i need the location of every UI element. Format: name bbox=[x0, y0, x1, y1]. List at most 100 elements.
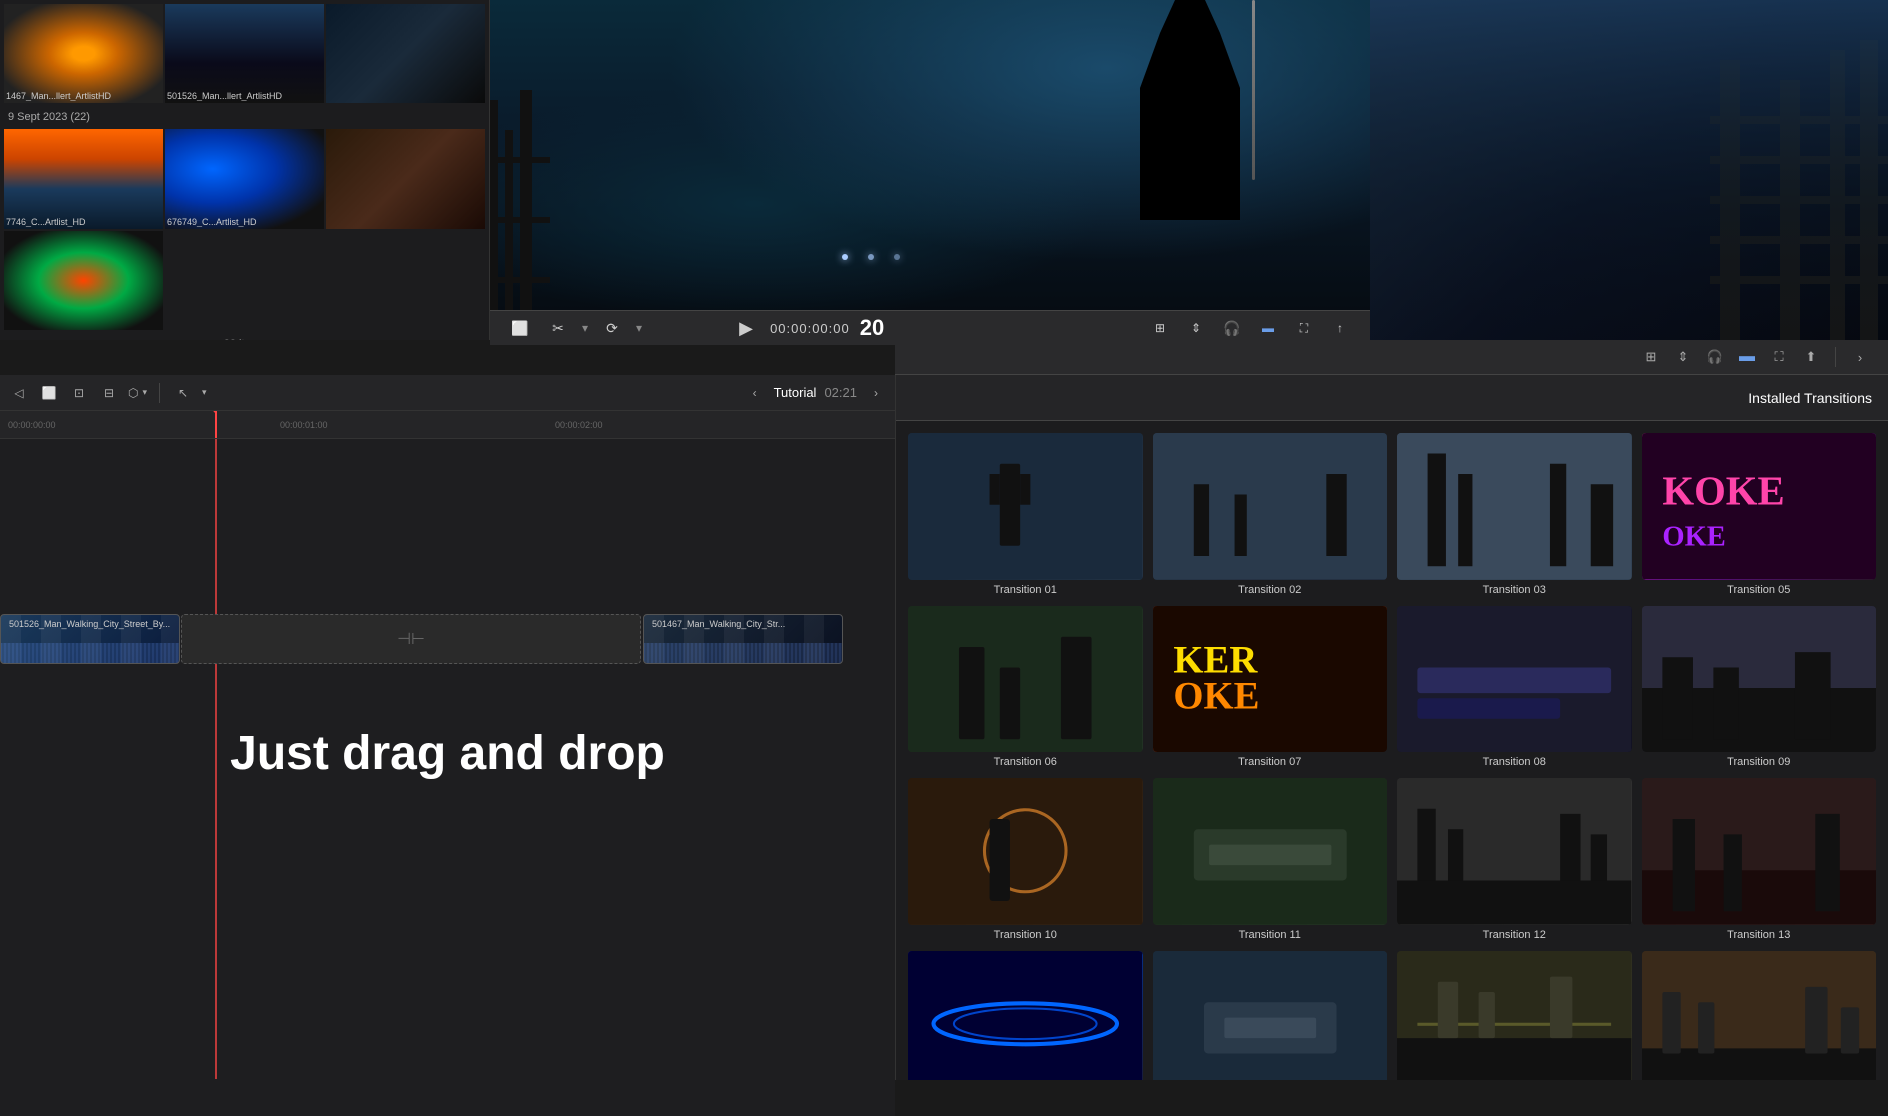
timeline-duration: 02:21 bbox=[824, 385, 857, 400]
gap-connector: ⊣⊢ bbox=[397, 629, 425, 649]
transition-thumb-08 bbox=[1397, 606, 1632, 753]
transition-item-02[interactable]: Transition 02 bbox=[1149, 429, 1392, 600]
play-button[interactable]: ▶ bbox=[732, 314, 760, 342]
media-label-4: 7746_C...Artlist_HD bbox=[6, 217, 161, 227]
media-section-label: 9 Sept 2023 (22) bbox=[0, 107, 489, 125]
clip-1[interactable]: 501526_Man_Walking_City_Street_By... bbox=[0, 614, 180, 664]
playhead-line bbox=[215, 439, 217, 1079]
background-lights bbox=[842, 254, 900, 260]
transition-item-10[interactable]: Transition 10 bbox=[904, 774, 1147, 945]
separator bbox=[1835, 347, 1836, 367]
select-dropdown[interactable]: ▾ bbox=[202, 387, 207, 398]
toolbar-separator: ▾ bbox=[582, 321, 588, 335]
arrange-icon[interactable]: ⇕ bbox=[1182, 314, 1210, 342]
clip-1-label: 501526_Man_Walking_City_Street_By... bbox=[5, 617, 174, 631]
media-label-1: 1467_Man...llert_ArtlistHD bbox=[6, 91, 161, 101]
transition-item-16[interactable]: Transition 16 bbox=[1393, 947, 1636, 1080]
panel-icon[interactable]: ▬ bbox=[1254, 314, 1282, 342]
media-thumb-1[interactable]: 1467_Man...llert_ArtlistHD bbox=[4, 4, 163, 103]
items-count: 38 items bbox=[0, 334, 489, 340]
grid-view-icon[interactable]: ⊞ bbox=[1146, 314, 1174, 342]
transition-label-01: Transition 01 bbox=[994, 584, 1057, 596]
transition-item-01[interactable]: Transition 01 bbox=[904, 429, 1147, 600]
blade-icon[interactable]: ✂ bbox=[544, 314, 572, 342]
transition-label-13: Transition 13 bbox=[1727, 929, 1790, 941]
media-thumb-6[interactable] bbox=[326, 129, 485, 228]
transition-label-08: Transition 08 bbox=[1483, 756, 1546, 768]
transform-icon[interactable]: ⟳ bbox=[598, 314, 626, 342]
transition-label-07: Transition 07 bbox=[1238, 756, 1301, 768]
transition-item-08[interactable]: Transition 08 bbox=[1393, 602, 1636, 773]
track-area: Just drag and drop 501526_Man_Walking_Ci… bbox=[0, 439, 895, 1079]
mark-icon[interactable]: ⊟ bbox=[98, 382, 120, 404]
transition-thumb-13 bbox=[1642, 778, 1877, 925]
sort-icon[interactable]: ⇕ bbox=[1671, 345, 1695, 369]
transition-label-12: Transition 12 bbox=[1483, 929, 1546, 941]
svg-text:OKE: OKE bbox=[1662, 521, 1725, 553]
transition-item-07[interactable]: KER OKE Transition 07 bbox=[1149, 602, 1392, 773]
fullscreen-icon-right[interactable]: ⛶ bbox=[1767, 345, 1791, 369]
transition-thumb-15 bbox=[1153, 951, 1388, 1080]
crop-icon[interactable]: ⬜ bbox=[506, 314, 534, 342]
media-panel: 1467_Man...llert_ArtlistHD 501526_Man...… bbox=[0, 0, 490, 340]
transition-thumb-03 bbox=[1397, 433, 1632, 580]
transition-thumb-10 bbox=[908, 778, 1143, 925]
transition-item-09[interactable]: Transition 09 bbox=[1638, 602, 1881, 773]
toolbar-separator-2: ▾ bbox=[636, 321, 642, 335]
clip-2[interactable]: 501467_Man_Walking_City_Str... bbox=[643, 614, 843, 664]
cursor-icon[interactable]: ↖ bbox=[172, 382, 194, 404]
transition-item-15[interactable]: Transition 15 bbox=[1149, 947, 1392, 1080]
fullscreen-icon[interactable]: ⛶ bbox=[1290, 314, 1318, 342]
transition-item-11[interactable]: Transition 11 bbox=[1149, 774, 1392, 945]
transition-item-17[interactable]: Transition 17 bbox=[1638, 947, 1881, 1080]
transition-thumb-16 bbox=[1397, 951, 1632, 1080]
media-thumb-2[interactable]: 501526_Man...llert_ArtlistHD bbox=[165, 4, 324, 103]
transition-thumb-09 bbox=[1642, 606, 1877, 753]
timecode-display: 00:00:00:00 bbox=[770, 321, 850, 336]
media-thumb-4[interactable]: 7746_C...Artlist_HD bbox=[4, 129, 163, 228]
share-icon[interactable]: ↑ bbox=[1326, 314, 1354, 342]
nav-right-icon[interactable]: › bbox=[865, 382, 887, 404]
chevron-right-icon[interactable]: › bbox=[1848, 345, 1872, 369]
media-grid: 1467_Man...llert_ArtlistHD 501526_Man...… bbox=[0, 0, 489, 107]
transition-item-05[interactable]: KOKE OKE Transition 05 bbox=[1638, 429, 1881, 600]
transition-thumb-11 bbox=[1153, 778, 1388, 925]
drag-drop-text: Just drag and drop bbox=[230, 726, 665, 781]
transition-thumb-01 bbox=[908, 433, 1143, 580]
ruler-label-1: 00:00:01:00 bbox=[280, 420, 328, 430]
clip-gap: ⊣⊢ bbox=[181, 614, 641, 664]
headphones-icon[interactable]: 🎧 bbox=[1218, 314, 1246, 342]
top-right-bg bbox=[1370, 0, 1888, 340]
transition-thumb-14 bbox=[908, 951, 1143, 1080]
transition-thumb-17 bbox=[1642, 951, 1877, 1080]
hanging-rope bbox=[1252, 0, 1255, 180]
transition-item-06[interactable]: Transition 06 bbox=[904, 602, 1147, 773]
ruler-label-2: 00:00:02:00 bbox=[555, 420, 603, 430]
view-toggle-icon[interactable]: ▬ bbox=[1735, 345, 1759, 369]
export-icon[interactable]: ⬆ bbox=[1799, 345, 1823, 369]
timeline-title: Tutorial bbox=[774, 385, 817, 400]
transition-item-03[interactable]: Transition 03 bbox=[1393, 429, 1636, 600]
grid-icon-right[interactable]: ⊞ bbox=[1639, 345, 1663, 369]
transition-label-06: Transition 06 bbox=[994, 756, 1057, 768]
top-right-preview bbox=[1370, 0, 1888, 340]
transition-item-12[interactable]: Transition 12 bbox=[1393, 774, 1636, 945]
ruler-label-0: 00:00:00:00 bbox=[8, 420, 56, 430]
video-background bbox=[490, 0, 1370, 340]
media-thumb-3[interactable] bbox=[326, 4, 485, 103]
transition-item-13[interactable]: Transition 13 bbox=[1638, 774, 1881, 945]
media-thumb-5[interactable]: 676749_C...Artlist_HD bbox=[165, 129, 324, 228]
playhead bbox=[215, 411, 217, 438]
nav-left-icon[interactable]: ‹ bbox=[744, 382, 766, 404]
media-thumb-7[interactable] bbox=[4, 231, 163, 330]
headphones-icon-right[interactable]: 🎧 bbox=[1703, 345, 1727, 369]
clip-icon[interactable]: ⬜ bbox=[38, 382, 60, 404]
right-toolbar: ⊞ ⇕ 🎧 ▬ ⛶ ⬆ › bbox=[895, 340, 1888, 375]
back-icon[interactable]: ◁ bbox=[8, 382, 30, 404]
transition-item-14[interactable]: Transition 14 bbox=[904, 947, 1147, 1080]
media-grid-2: 7746_C...Artlist_HD 676749_C...Artlist_H… bbox=[0, 125, 489, 334]
transition-label-09: Transition 09 bbox=[1727, 756, 1790, 768]
trim-icon[interactable]: ⊡ bbox=[68, 382, 90, 404]
tool-dropdown[interactable]: ⬡▾ bbox=[128, 386, 147, 400]
clip-2-waveform bbox=[644, 643, 842, 663]
